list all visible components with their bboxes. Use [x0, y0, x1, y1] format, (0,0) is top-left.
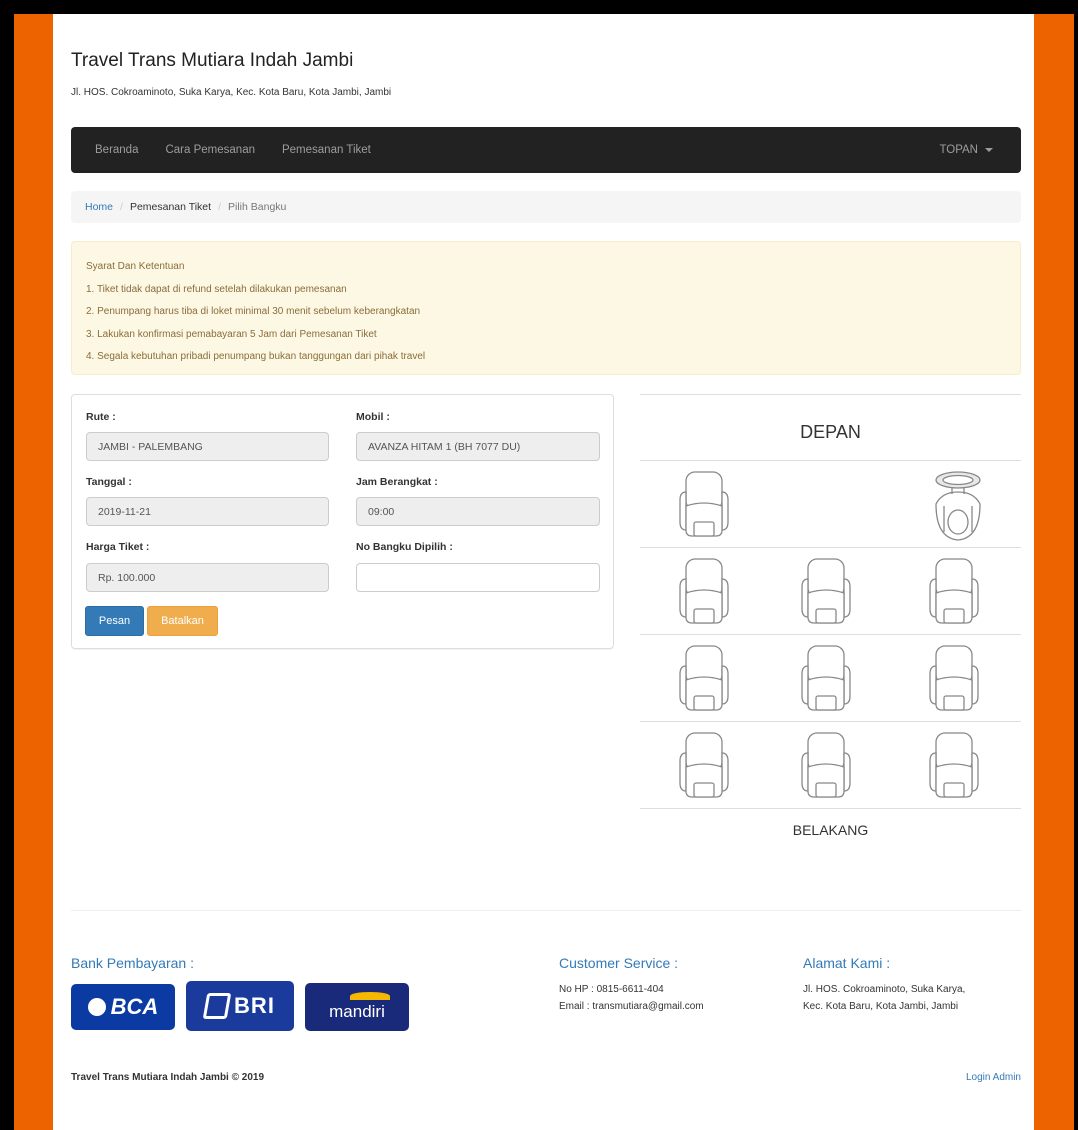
seat-icon[interactable]	[676, 470, 732, 538]
bca-logo: BCA	[71, 984, 175, 1030]
divider	[640, 394, 1021, 395]
caret-down-icon	[985, 148, 993, 152]
breadcrumb-pemesanan[interactable]: Pemesanan Tiket	[130, 201, 211, 213]
mandiri-logo: mandiri	[305, 983, 409, 1031]
seat-number-label: No Bangku Dipilih :	[356, 541, 453, 553]
cancel-button[interactable]: Batalkan	[147, 606, 218, 636]
bank-title: Bank Pembayaran :	[71, 955, 194, 971]
car-label: Mobil :	[356, 411, 390, 423]
breadcrumb-active: Pilih Bangku	[228, 201, 287, 213]
user-dropdown[interactable]: TOPAN	[939, 144, 993, 156]
terms-item: 1. Tiket tidak dapat di refund setelah d…	[86, 283, 347, 295]
date-field: 2019-11-21	[86, 497, 329, 526]
route-label: Rute :	[86, 411, 116, 423]
bri-logo-text: BRI	[234, 993, 275, 1018]
price-label: Harga Tiket :	[86, 541, 150, 553]
seat-icon[interactable]	[798, 557, 854, 625]
page-container: Travel Trans Mutiara Indah Jambi Jl. HOS…	[53, 14, 1034, 1130]
navbar: Beranda Cara Pemesanan Pemesanan Tiket T…	[71, 127, 1021, 173]
time-label: Jam Berangkat :	[356, 476, 438, 488]
seat-icon[interactable]	[798, 731, 854, 799]
site-title: Travel Trans Mutiara Indah Jambi	[71, 50, 354, 71]
address-line: Kec. Kota Baru, Kota Jambi, Jambi	[803, 1001, 959, 1012]
divider	[640, 547, 1021, 548]
breadcrumb-separator: /	[218, 201, 221, 213]
price-field: Rp. 100.000	[86, 563, 329, 592]
bca-emblem-icon	[87, 998, 106, 1016]
order-button[interactable]: Pesan	[85, 606, 144, 636]
bri-emblem-icon	[202, 993, 232, 1019]
cs-title: Customer Service :	[559, 955, 679, 971]
nav-item-beranda[interactable]: Beranda	[95, 144, 138, 156]
site-address: Jl. HOS. Cokroaminoto, Suka Karya, Kec. …	[71, 87, 392, 98]
time-field: 09:00	[356, 497, 600, 526]
divider	[640, 721, 1021, 722]
booking-form-panel: Rute : JAMBI - PALEMBANG Mobil : AVANZA …	[71, 394, 614, 649]
route-field: JAMBI - PALEMBANG	[86, 432, 329, 461]
date-label: Tanggal :	[86, 476, 132, 488]
cs-phone: No HP : 0815-6611-404	[559, 984, 664, 995]
seat-icon[interactable]	[676, 731, 732, 799]
nav-item-pemesanan-tiket[interactable]: Pemesanan Tiket	[282, 144, 371, 156]
seat-icon[interactable]	[676, 644, 732, 712]
terms-item: 2. Penumpang harus tiba di loket minimal…	[86, 306, 421, 317]
user-name: TOPAN	[939, 144, 978, 156]
terms-title: Syarat Dan Ketentuan	[86, 261, 185, 272]
mandiri-logo-text: mandiri	[329, 1002, 385, 1021]
divider	[640, 634, 1021, 635]
terms-item: 3. Lakukan konfirmasi pemabayaran 5 Jam …	[86, 328, 377, 340]
seat-icon[interactable]	[926, 644, 982, 712]
seat-icon[interactable]	[926, 731, 982, 799]
steering-wheel-icon	[935, 471, 981, 541]
seat-icon[interactable]	[676, 557, 732, 625]
bri-logo: BRI	[186, 981, 294, 1031]
mandiri-swoosh-icon	[350, 992, 390, 1000]
terms-alert: Syarat Dan Ketentuan 1. Tiket tidak dapa…	[71, 241, 1021, 375]
breadcrumb: Home / Pemesanan Tiket / Pilih Bangku	[71, 191, 1021, 223]
divider	[640, 460, 1021, 461]
address-line: Jl. HOS. Cokroaminoto, Suka Karya,	[803, 984, 966, 995]
address-title: Alamat Kami :	[803, 955, 891, 971]
footer-divider	[71, 910, 1021, 911]
terms-item: 4. Segala kebutuhan pribadi penumpang bu…	[86, 351, 426, 362]
login-admin-link[interactable]: Login Admin	[966, 1072, 1021, 1083]
breadcrumb-home[interactable]: Home	[85, 201, 113, 213]
car-field: AVANZA HITAM 1 (BH 7077 DU)	[356, 432, 600, 461]
nav-item-cara-pemesanan[interactable]: Cara Pemesanan	[165, 144, 255, 156]
bca-logo-text: BCA	[110, 994, 159, 1019]
cs-email: Email : transmutiara@gmail.com	[559, 1001, 704, 1012]
divider	[640, 808, 1021, 809]
seat-map-back-label: BELAKANG	[792, 822, 869, 838]
seat-map-front-label: DEPAN	[800, 422, 861, 442]
breadcrumb-separator: /	[120, 201, 123, 213]
seat-number-field[interactable]	[356, 563, 600, 592]
seat-icon[interactable]	[926, 557, 982, 625]
copyright: Travel Trans Mutiara Indah Jambi © 2019	[71, 1072, 265, 1083]
seat-icon[interactable]	[798, 644, 854, 712]
